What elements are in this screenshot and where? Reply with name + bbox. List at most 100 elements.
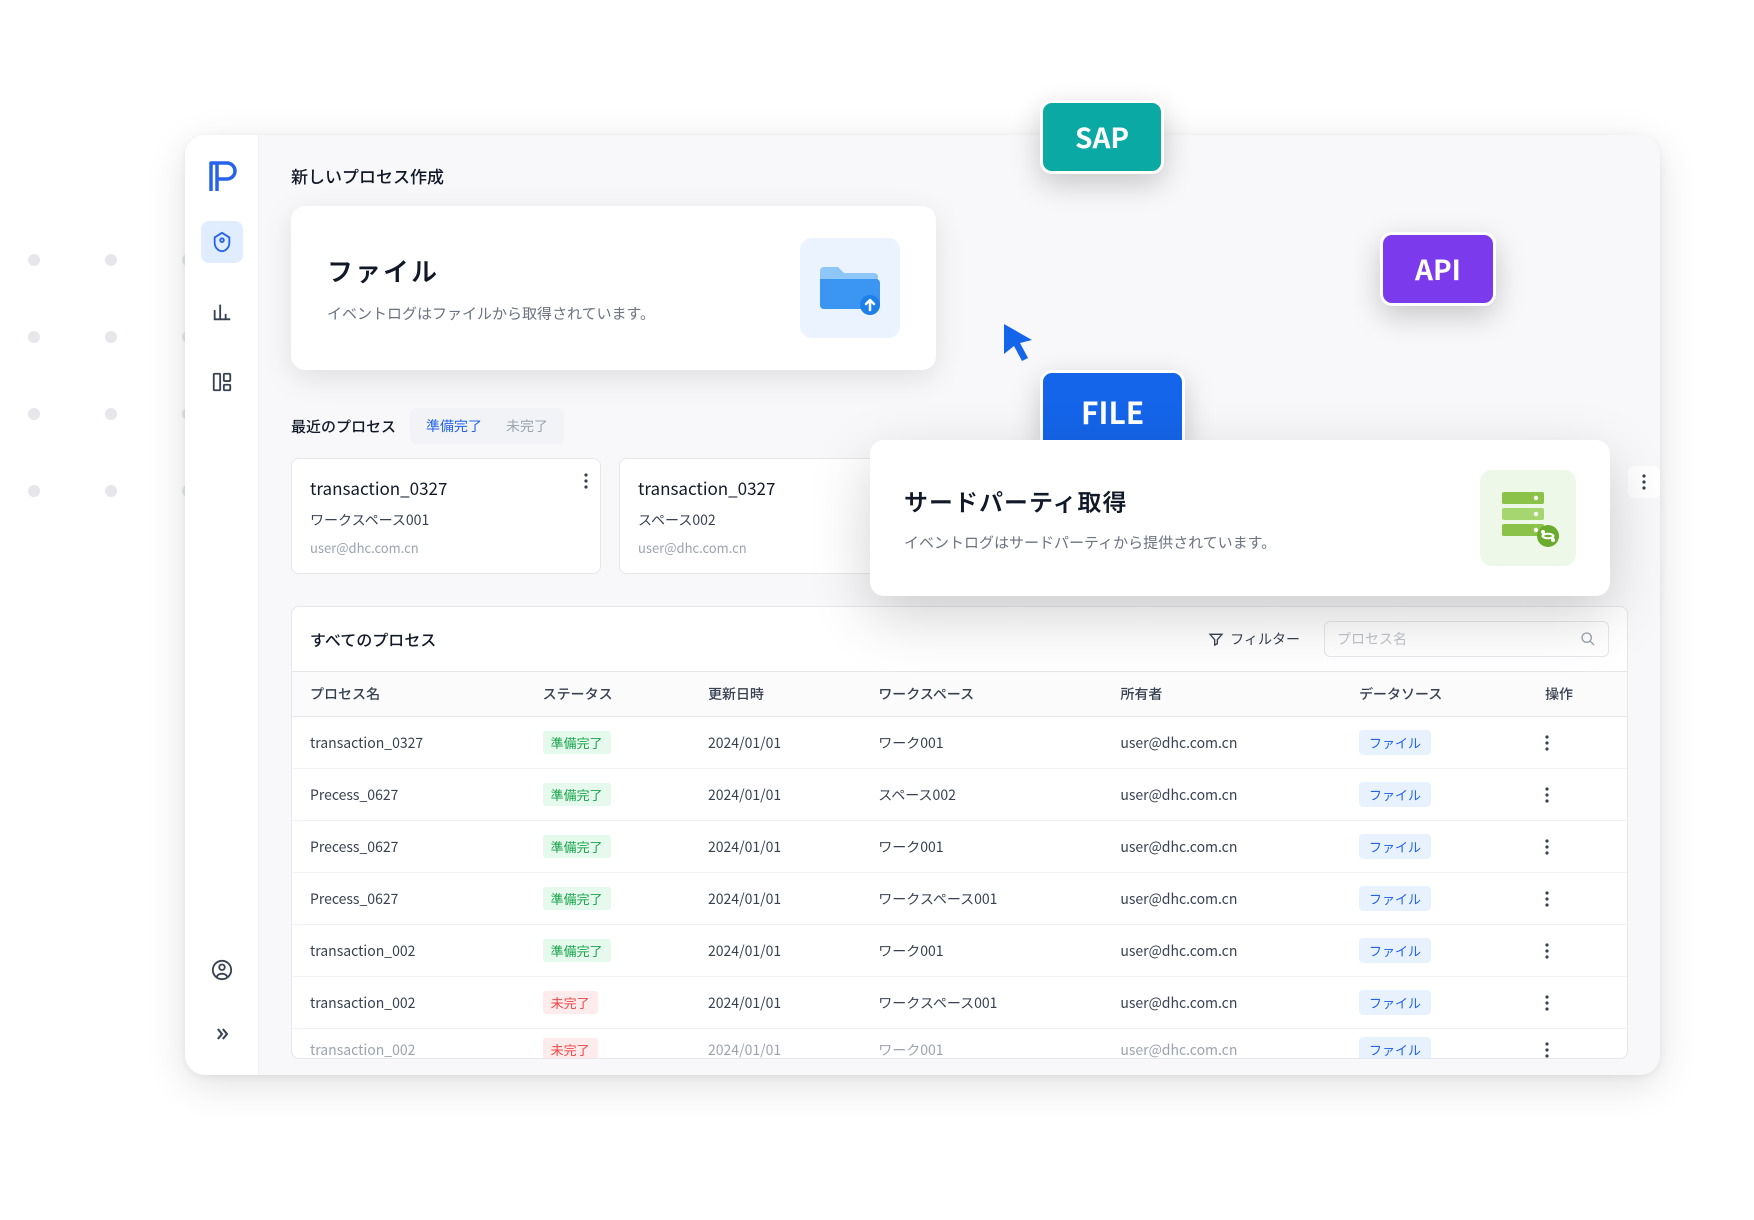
tab-pending[interactable]: 未完了 bbox=[494, 412, 560, 440]
cell-updated: 2024/01/01 bbox=[690, 873, 860, 925]
cell-workspace: ワークスペース001 bbox=[860, 977, 1102, 1029]
cell-owner: user@dhc.com.cn bbox=[1102, 717, 1341, 769]
status-badge: 準備完了 bbox=[543, 835, 611, 858]
status-badge: 準備完了 bbox=[543, 731, 611, 754]
col-status: ステータス bbox=[525, 672, 690, 717]
recent-card-workspace: ワークスペース001 bbox=[310, 510, 582, 530]
row-menu-button[interactable] bbox=[1545, 735, 1609, 751]
card-menu-button[interactable] bbox=[1628, 466, 1660, 498]
col-owner: 所有者 bbox=[1102, 672, 1341, 717]
col-name: プロセス名 bbox=[292, 672, 525, 717]
row-menu-button[interactable] bbox=[1545, 891, 1609, 907]
chip-api: API bbox=[1380, 232, 1496, 306]
table-row[interactable]: Precess_0627 準備完了 2024/01/01スペース002user@dh… bbox=[292, 769, 1627, 821]
all-processes-panel: すべてのプロセス フィルター プロセス名 ステータス 更新日時 ワークスペー bbox=[291, 606, 1628, 1059]
cell-name: transaction_002 bbox=[292, 925, 525, 977]
cell-name: transaction_002 bbox=[292, 1029, 525, 1060]
sidebar-item-analytics[interactable] bbox=[201, 291, 243, 333]
cell-name: Precess_0627 bbox=[292, 873, 525, 925]
table-row[interactable]: transaction_002 未完了 2024/01/01ワークスペース001us… bbox=[292, 977, 1627, 1029]
col-workspace: ワークスペース bbox=[860, 672, 1102, 717]
cell-workspace: ワーク001 bbox=[860, 1029, 1102, 1060]
status-badge: 未完了 bbox=[543, 991, 598, 1014]
server-connect-icon bbox=[1480, 470, 1576, 566]
cell-updated: 2024/01/01 bbox=[690, 925, 860, 977]
card-menu-button[interactable] bbox=[584, 473, 588, 489]
app-logo bbox=[207, 159, 237, 191]
cell-updated: 2024/01/01 bbox=[690, 1029, 860, 1060]
cell-workspace: ワーク001 bbox=[860, 821, 1102, 873]
source-badge: ファイル bbox=[1359, 886, 1431, 911]
row-menu-button[interactable] bbox=[1545, 943, 1609, 959]
cell-workspace: ワークスペース001 bbox=[860, 873, 1102, 925]
cell-owner: user@dhc.com.cn bbox=[1102, 1029, 1341, 1060]
status-badge: 未完了 bbox=[543, 1038, 598, 1059]
sidebar-item-processes[interactable] bbox=[201, 221, 243, 263]
recent-card-email: user@dhc.com.cn bbox=[310, 538, 582, 557]
cursor-icon bbox=[1002, 322, 1038, 364]
table-row[interactable]: Precess_0627準備完了2024/01/01ワーク001user@dhc… bbox=[292, 821, 1627, 873]
status-badge: 準備完了 bbox=[543, 939, 611, 962]
sidebar-expand-button[interactable] bbox=[201, 1013, 243, 1055]
cell-name: transaction_0327 bbox=[292, 717, 525, 769]
table-row[interactable]: transaction_002 未完了 2024/01/01ワーク001user@d… bbox=[292, 1029, 1627, 1060]
table-row[interactable]: transaction_0327 準備完了 2024/01/01ワーク001user… bbox=[292, 717, 1627, 769]
page-title: 新しいプロセス作成 bbox=[291, 163, 1628, 188]
row-menu-button[interactable] bbox=[1545, 1042, 1609, 1058]
folder-upload-icon bbox=[800, 238, 900, 338]
status-badge: 準備完了 bbox=[543, 887, 611, 910]
row-menu-button[interactable] bbox=[1545, 787, 1609, 803]
source-badge: ファイル bbox=[1359, 990, 1431, 1015]
cell-owner: user@dhc.com.cn bbox=[1102, 821, 1341, 873]
source-badge: ファイル bbox=[1359, 938, 1431, 963]
create-from-file-card[interactable]: ファイル イベントログはファイルから取得されています。 bbox=[291, 206, 936, 370]
search-box[interactable] bbox=[1324, 621, 1609, 657]
cell-updated: 2024/01/01 bbox=[690, 717, 860, 769]
file-card-desc: イベントログはファイルから取得されています。 bbox=[327, 303, 655, 324]
all-processes-title: すべてのプロセス bbox=[310, 627, 1184, 651]
cell-name: Precess_0627 bbox=[292, 821, 525, 873]
source-badge: ファイル bbox=[1359, 730, 1431, 755]
cell-workspace: スペース002 bbox=[860, 769, 1102, 821]
search-icon bbox=[1580, 631, 1596, 647]
sidebar-item-workspaces[interactable] bbox=[201, 361, 243, 403]
status-badge: 準備完了 bbox=[543, 783, 611, 806]
thirdparty-card-title: サードパーティ取得 bbox=[904, 483, 1276, 518]
recent-process-card[interactable]: transaction_0327 ワークスペース001 user@dhc.com… bbox=[291, 458, 601, 574]
cell-name: transaction_002 bbox=[292, 977, 525, 1029]
cell-updated: 2024/01/01 bbox=[690, 977, 860, 1029]
cell-name: Precess_0627 bbox=[292, 769, 525, 821]
thirdparty-card-desc: イベントログはサードパーティから提供されています。 bbox=[904, 532, 1276, 553]
cell-workspace: ワーク001 bbox=[860, 717, 1102, 769]
source-badge: ファイル bbox=[1359, 834, 1431, 859]
processes-table: プロセス名 ステータス 更新日時 ワークスペース 所有者 データソース 操作 t… bbox=[292, 671, 1627, 1059]
filter-label: フィルター bbox=[1230, 629, 1300, 649]
sidebar-item-account[interactable] bbox=[201, 949, 243, 991]
table-row[interactable]: Precess_0627 準備完了 2024/01/01ワークスペース001user… bbox=[292, 873, 1627, 925]
row-menu-button[interactable] bbox=[1545, 839, 1609, 855]
cell-owner: user@dhc.com.cn bbox=[1102, 925, 1341, 977]
filter-button[interactable]: フィルター bbox=[1198, 623, 1310, 655]
row-menu-button[interactable] bbox=[1545, 995, 1609, 1011]
recent-processes-label: 最近のプロセス bbox=[291, 416, 396, 437]
tab-ready[interactable]: 準備完了 bbox=[414, 412, 494, 440]
background-dots bbox=[28, 254, 194, 497]
create-from-thirdparty-card[interactable]: サードパーティ取得 イベントログはサードパーティから提供されています。 bbox=[870, 440, 1610, 596]
recent-card-name: transaction_0327 bbox=[310, 475, 582, 500]
file-card-title: ファイル bbox=[327, 252, 655, 289]
recent-status-tabs: 準備完了 未完了 bbox=[410, 408, 564, 444]
sidebar bbox=[185, 135, 259, 1075]
chip-sap: SAP bbox=[1040, 100, 1164, 174]
source-badge: ファイル bbox=[1359, 1037, 1431, 1059]
cell-owner: user@dhc.com.cn bbox=[1102, 769, 1341, 821]
col-updated: 更新日時 bbox=[690, 672, 860, 717]
table-row[interactable]: transaction_002 準備完了 2024/01/01ワーク001user@… bbox=[292, 925, 1627, 977]
source-badge: ファイル bbox=[1359, 782, 1431, 807]
cell-owner: user@dhc.com.cn bbox=[1102, 873, 1341, 925]
col-source: データソース bbox=[1341, 672, 1527, 717]
cell-updated: 2024/01/01 bbox=[690, 769, 860, 821]
cell-owner: user@dhc.com.cn bbox=[1102, 977, 1341, 1029]
col-action: 操作 bbox=[1527, 672, 1627, 717]
search-input[interactable] bbox=[1337, 631, 1572, 647]
cell-workspace: ワーク001 bbox=[860, 925, 1102, 977]
